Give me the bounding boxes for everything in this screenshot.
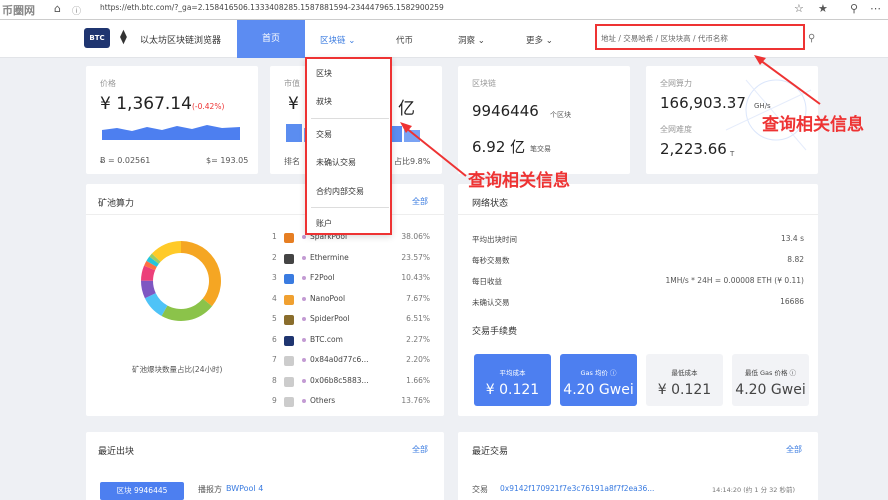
annotation-arrows [400, 55, 821, 177]
annotation-text-right: 查询相关信息 [762, 115, 864, 135]
annotation-text-left: 查询相关信息 [468, 171, 570, 191]
